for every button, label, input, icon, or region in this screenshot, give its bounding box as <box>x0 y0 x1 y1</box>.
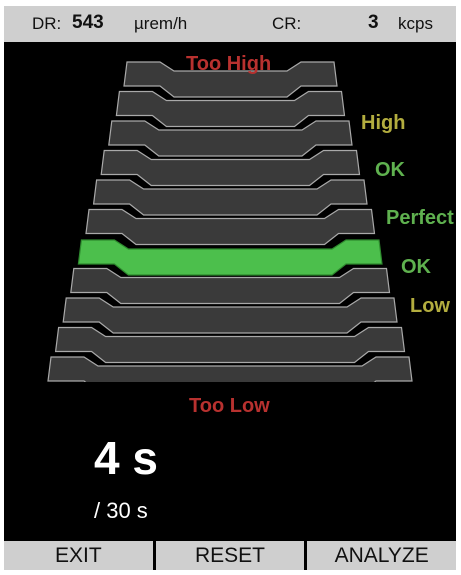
label-ok-upper: OK <box>375 159 405 181</box>
label-high: High <box>361 112 406 134</box>
total-time: / 30 s <box>94 498 148 523</box>
status-bar: DR: 543 µrem/h CR: 3 kcps <box>4 6 456 42</box>
analyze-button[interactable]: ANALYZE <box>307 541 456 570</box>
count-rate-value: 3 <box>368 12 379 33</box>
count-rate-unit: kcps <box>398 14 433 33</box>
label-too-low: Too Low <box>189 395 270 417</box>
reset-button[interactable]: RESET <box>155 541 305 570</box>
label-perfect: Perfect <box>386 207 454 229</box>
count-rate-label: CR: <box>272 14 302 33</box>
dose-rate-unit: µrem/h <box>134 14 188 33</box>
label-ok-lower: OK <box>401 256 431 278</box>
softkey-bar: EXIT RESET ANALYZE <box>4 541 456 570</box>
label-too-high: Too High <box>186 53 272 75</box>
label-low: Low <box>410 295 450 317</box>
device-screen: DR: 543 µrem/h CR: 3 kcps Too High High … <box>4 6 456 570</box>
ladder-row-active <box>77 239 383 276</box>
dose-rate-value: 543 <box>72 12 104 33</box>
exit-button[interactable]: EXIT <box>4 541 153 570</box>
dose-rate-label: DR: <box>32 14 62 33</box>
elapsed-time: 4 s <box>94 432 158 484</box>
